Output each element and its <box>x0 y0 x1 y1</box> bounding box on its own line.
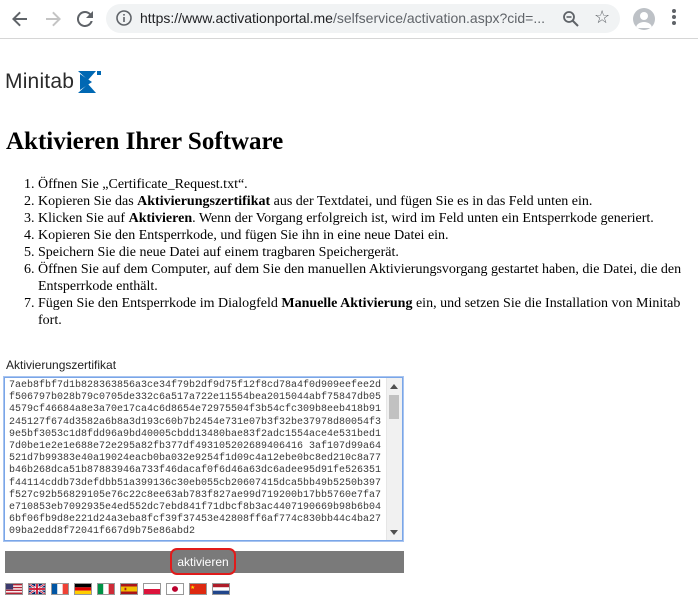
url-path: /selfservice/activation.aspx?cid=... <box>332 10 546 26</box>
instruction-steps: Öffnen Sie „Certificate_Request.txt“.Kop… <box>18 176 698 329</box>
flag-uk-icon[interactable] <box>28 583 46 595</box>
activate-button[interactable]: aktivieren <box>170 548 236 575</box>
browser-menu-icon[interactable] <box>672 9 676 27</box>
minitab-logo-mark-icon <box>78 71 102 93</box>
profile-avatar-icon[interactable] <box>633 8 655 30</box>
scroll-up-icon[interactable] <box>390 384 398 389</box>
step-text: Kopieren Sie das <box>38 194 138 209</box>
bookmark-star-icon[interactable]: ☆ <box>594 7 610 28</box>
certificate-text[interactable]: 7aeb8fbf7d1b828363856a3ce34f79b2df9d75f1… <box>9 380 387 539</box>
browser-toolbar: https://www.activationportal.me/selfserv… <box>0 0 698 39</box>
instruction-step: Fügen Sie den Entsperrkode im Dialogfeld… <box>38 295 698 329</box>
address-bar[interactable]: https://www.activationportal.me/selfserv… <box>106 4 620 33</box>
flag-it-icon[interactable] <box>97 583 115 595</box>
step-emphasis: Aktivieren <box>128 211 193 226</box>
logo-text: Minitab <box>5 70 75 93</box>
language-flags <box>5 583 235 595</box>
flag-nl-icon[interactable] <box>212 583 230 595</box>
flag-de-icon[interactable] <box>74 583 92 595</box>
step-text: Speichern Sie die neue Datei auf einem t… <box>38 245 399 260</box>
flag-fr-icon[interactable] <box>51 583 69 595</box>
instruction-step: Kopieren Sie das Aktivierungszertifikat … <box>38 193 698 210</box>
step-text: Öffnen Sie auf dem Computer, auf dem Sie… <box>38 262 682 294</box>
certificate-textarea[interactable]: 7aeb8fbf7d1b828363856a3ce34f79b2df9d75f1… <box>4 377 403 541</box>
address-url: https://www.activationportal.me/selfserv… <box>140 10 545 26</box>
step-text: Fügen Sie den Entsperrkode im Dialogfeld <box>38 296 282 311</box>
certificate-label: Aktivierungszertifikat <box>6 358 117 372</box>
flag-us-icon[interactable] <box>5 583 23 595</box>
minitab-logo: Minitab <box>5 70 102 94</box>
flag-cn-icon[interactable] <box>189 583 207 595</box>
url-main: https://www.activationportal.me <box>140 10 333 26</box>
flag-jp-icon[interactable] <box>166 583 184 595</box>
step-text: Klicken Sie auf <box>38 211 129 226</box>
step-emphasis: Manuelle Aktivierung <box>281 296 413 311</box>
instruction-step: Öffnen Sie „Certificate_Request.txt“. <box>38 176 698 193</box>
reload-icon[interactable] <box>73 7 97 31</box>
scroll-down-icon[interactable] <box>390 530 398 535</box>
flag-pl-icon[interactable] <box>143 583 161 595</box>
step-text: Öffnen Sie „Certificate_Request.txt“. <box>38 177 248 192</box>
zoom-icon[interactable] <box>562 10 580 28</box>
step-text: . Wenn der Vorgang erfolgreich ist, wird… <box>192 211 654 226</box>
instruction-step: Speichern Sie die neue Datei auf einem t… <box>38 244 698 261</box>
instruction-step: Kopieren Sie den Entsperrkode, und fügen… <box>38 227 698 244</box>
instruction-step: Öffnen Sie auf dem Computer, auf dem Sie… <box>38 261 698 295</box>
scroll-thumb[interactable] <box>389 395 399 419</box>
step-text: aus der Textdatei, und fügen Sie es in d… <box>270 194 593 209</box>
info-icon[interactable] <box>116 10 132 26</box>
forward-icon[interactable] <box>41 7 65 31</box>
instruction-step: Klicken Sie auf Aktivieren. Wenn der Vor… <box>38 210 698 227</box>
step-emphasis: Aktivierungszertifikat <box>137 194 271 209</box>
back-icon[interactable] <box>8 7 32 31</box>
page-title: Aktivieren Ihrer Software <box>6 128 284 155</box>
flag-es-icon[interactable] <box>120 583 138 595</box>
certificate-scrollbar[interactable] <box>386 378 402 540</box>
step-text: Kopieren Sie den Entsperrkode, und fügen… <box>38 228 449 243</box>
